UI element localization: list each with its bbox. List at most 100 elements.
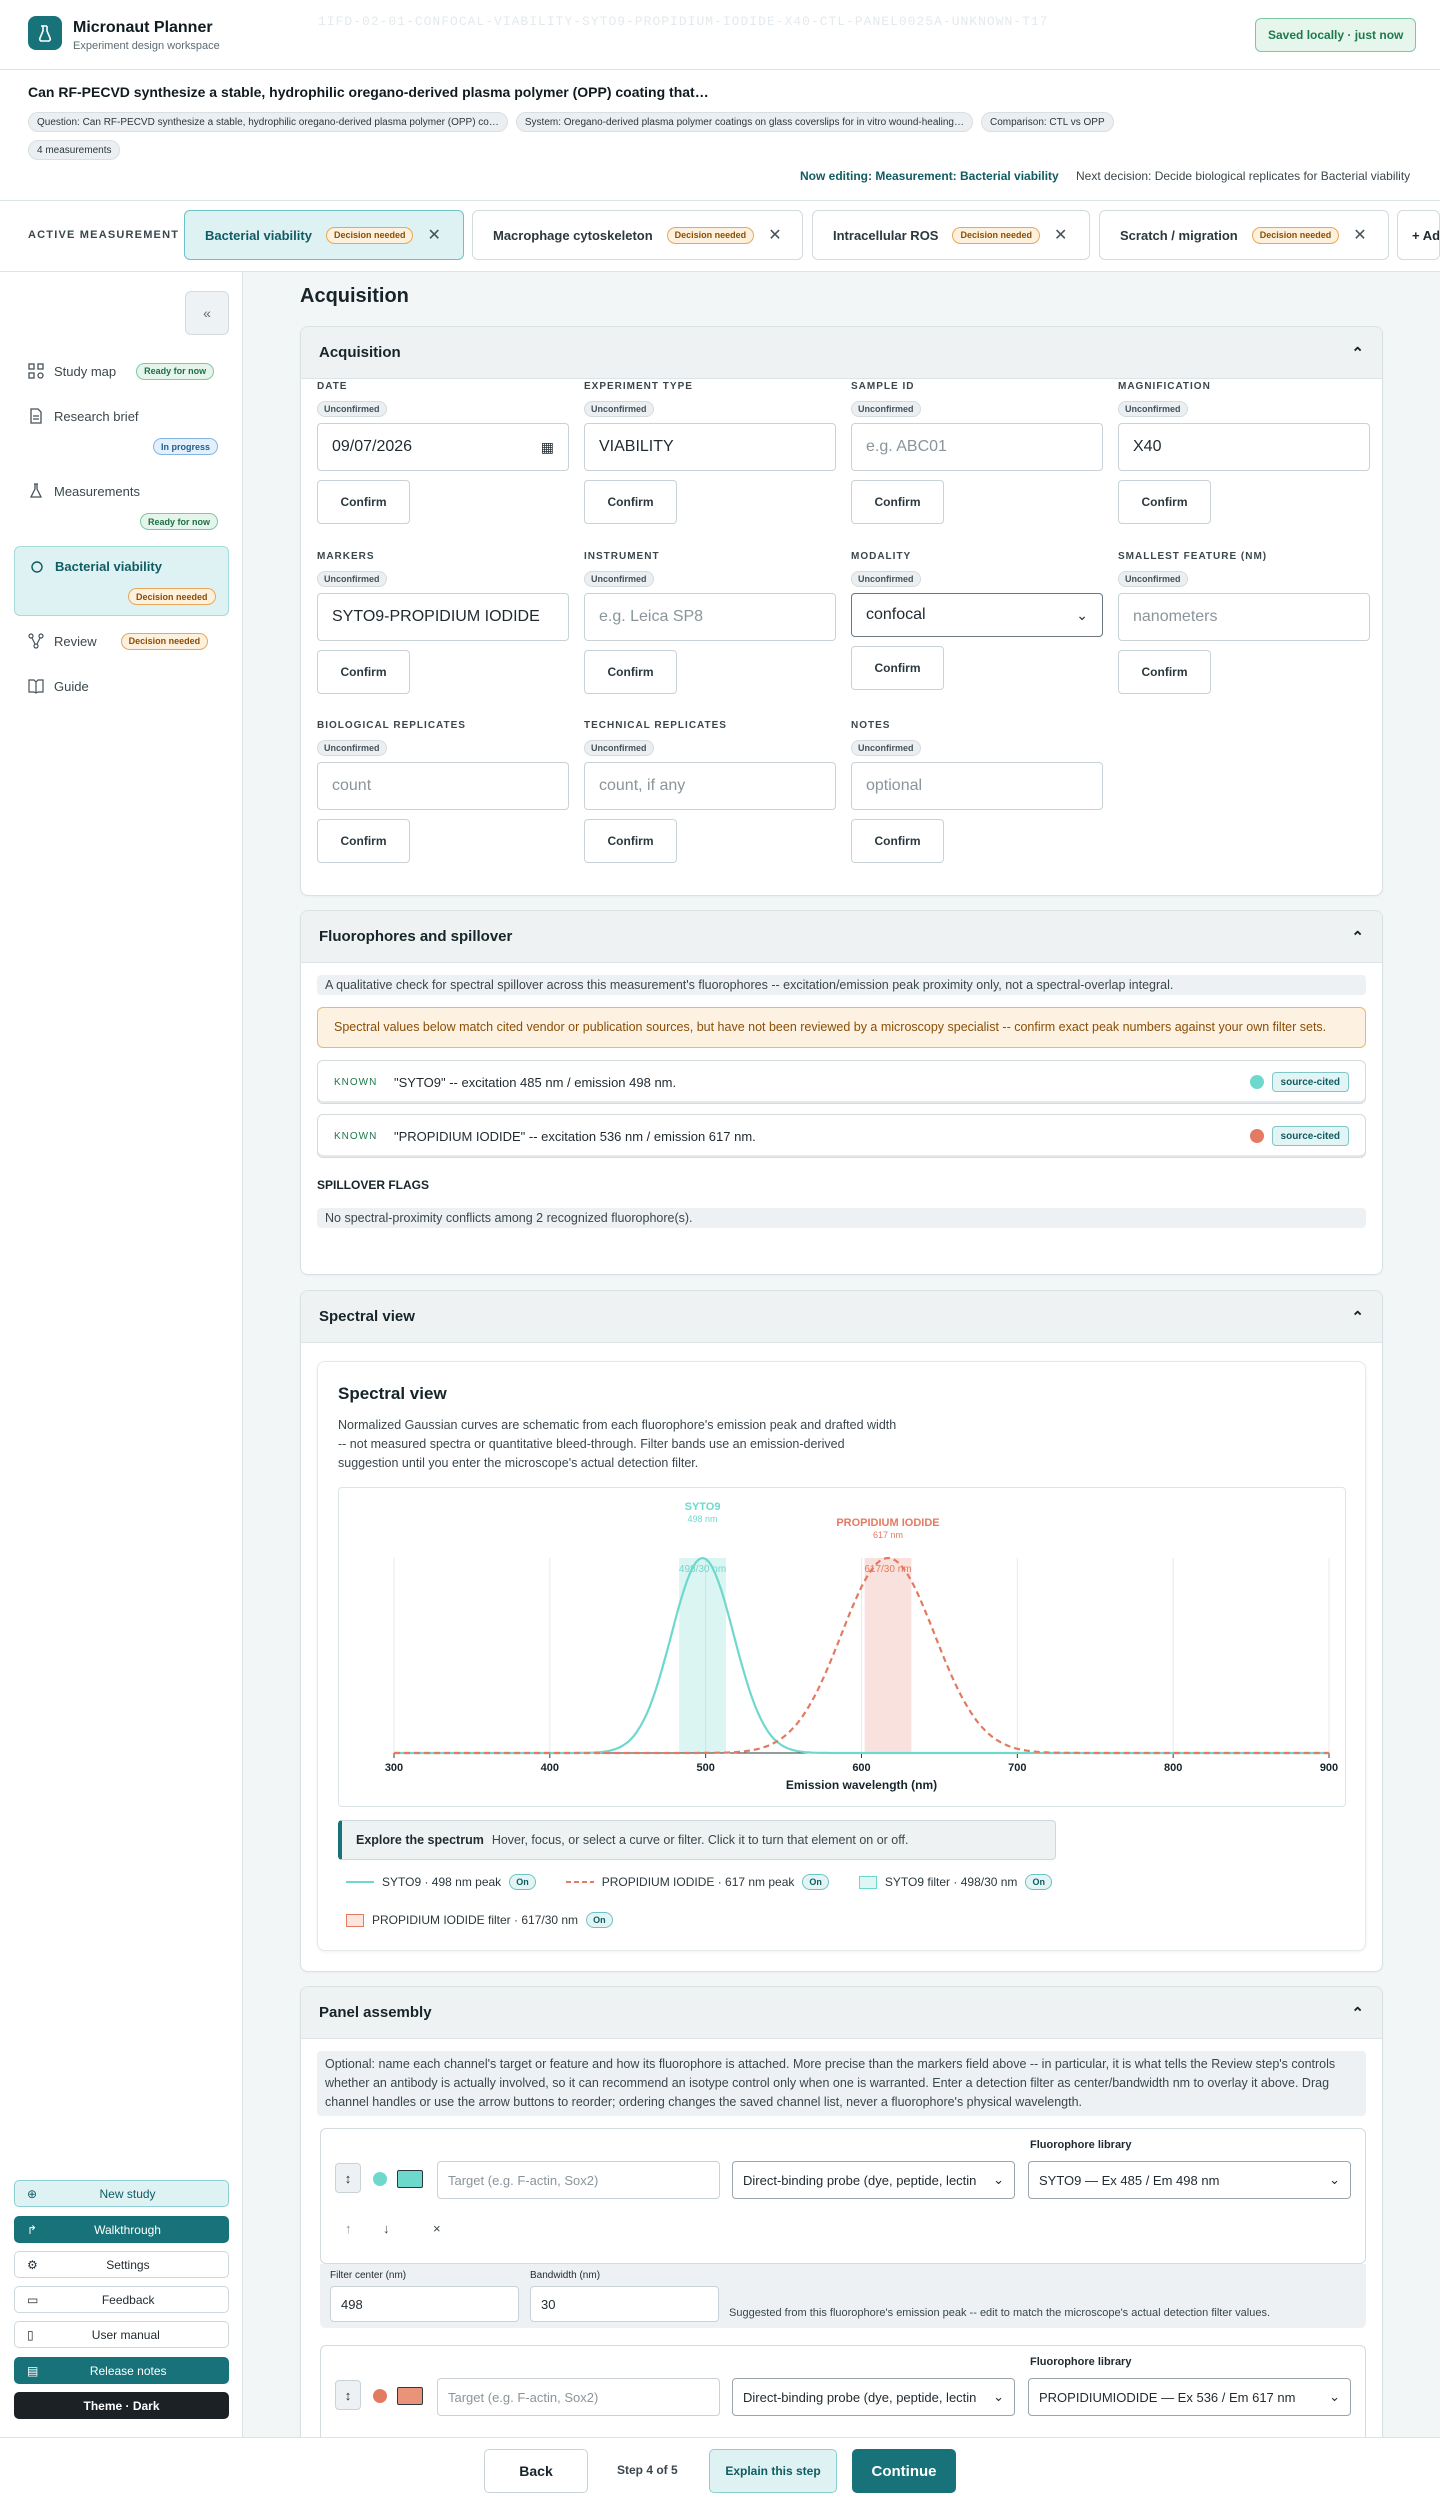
confirm-button[interactable]: Confirm xyxy=(317,650,410,694)
toggle-state[interactable]: On xyxy=(586,1912,613,1928)
magnification-input[interactable]: X40 xyxy=(1118,423,1370,471)
confirm-button[interactable]: Confirm xyxy=(851,646,944,690)
spectral-card-header[interactable]: Spectral view ⌃ xyxy=(301,1291,1382,1343)
drag-handle-icon[interactable]: ↕ xyxy=(335,2380,361,2410)
close-icon[interactable]: ✕ xyxy=(1054,225,1067,245)
instrument-input[interactable]: e.g. Leica SP8 xyxy=(584,593,836,641)
sidebar-item-measurements[interactable]: Measurements xyxy=(14,480,229,502)
remove-channel-icon[interactable]: × xyxy=(433,2221,441,2236)
spectral-chart[interactable]: 498/30 nm 617/30 nm300 400 500 600 700 800 900E… xyxy=(339,1488,1345,1806)
fluorophore-library-select[interactable]: SYTO9 — Ex 485 / Em 498 nm ⌄ xyxy=(1028,2161,1351,2199)
comparison-chip[interactable]: Comparison: CTL vs OPP xyxy=(980,112,1114,132)
confirm-button[interactable]: Confirm xyxy=(1118,650,1211,694)
move-up-icon[interactable]: ↑ xyxy=(345,2221,352,2236)
acquisition-card-header[interactable]: Acquisition ⌃ xyxy=(301,327,1382,379)
calendar-icon[interactable]: ▦ xyxy=(541,439,554,456)
sidebar-item-guide[interactable]: Guide xyxy=(14,675,229,697)
confirm-button[interactable]: Confirm xyxy=(584,819,677,863)
tab-intracellular-ros[interactable]: Intracellular ROS Decision needed ✕ xyxy=(812,210,1090,260)
confirm-button[interactable]: Confirm xyxy=(317,819,410,863)
spectral-title: Spectral view xyxy=(338,1384,447,1403)
sidebar-item-bacterial-viability[interactable]: Bacterial viability xyxy=(14,546,229,616)
close-icon[interactable]: ✕ xyxy=(427,225,440,245)
date-input[interactable]: 09/07/2026 ▦ xyxy=(317,423,569,471)
x-tick-label: 400 xyxy=(541,1762,559,1774)
button-label: Walkthrough xyxy=(94,2222,161,2237)
close-icon[interactable]: ✕ xyxy=(768,225,781,245)
fluorophores-card-header[interactable]: Fluorophores and spillover ⌃ xyxy=(301,911,1382,963)
legend-syto9-curve[interactable]: SYTO9 · 498 nm peak On xyxy=(346,1874,536,1890)
source-cited-tag[interactable]: source-cited xyxy=(1271,1126,1349,1146)
color-picker[interactable] xyxy=(397,2170,423,2188)
chevron-up-icon[interactable]: ⌃ xyxy=(1351,928,1364,946)
panel-card-header[interactable]: Panel assembly ⌃ xyxy=(301,1987,1382,2039)
toggle-state[interactable]: On xyxy=(509,1874,536,1890)
move-down-icon[interactable]: ↓ xyxy=(383,2221,390,2236)
smallest-feature-nm-input[interactable]: nanometers xyxy=(1118,593,1370,641)
toggle-state[interactable]: On xyxy=(1025,1874,1052,1890)
markers-input[interactable]: SYTO9-PROPIDIUM IODIDE xyxy=(317,593,569,641)
back-button[interactable]: Back xyxy=(484,2449,588,2493)
question-chip[interactable]: Question: Can RF-PECVD synthesize a stab… xyxy=(28,112,508,132)
system-chip[interactable]: System: Oregano-derived plasma polymer c… xyxy=(515,112,973,132)
chevron-down-icon[interactable]: ⌄ xyxy=(1076,607,1088,624)
spectral-warning: Spectral values below match cited vendor… xyxy=(317,1007,1366,1048)
legend-syto9-filter[interactable]: SYTO9 filter · 498/30 nm On xyxy=(858,1874,1052,1890)
confirm-button[interactable]: Confirm xyxy=(584,480,677,524)
tab-bacterial-viability[interactable]: Bacterial viability Decision needed ✕ xyxy=(184,210,464,260)
toggle-state[interactable]: On xyxy=(802,1874,829,1890)
collapse-sidebar-button[interactable]: « xyxy=(185,291,229,335)
theme-toggle-button[interactable]: Theme · Dark xyxy=(14,2392,229,2419)
measurement-count-chip[interactable]: 4 measurements xyxy=(28,140,121,160)
chevron-up-icon[interactable]: ⌃ xyxy=(1351,1308,1364,1326)
sidebar-item-research-brief[interactable]: Research brief xyxy=(14,405,229,427)
tab-macrophage-cytoskeleton[interactable]: Macrophage cytoskeleton Decision needed … xyxy=(472,210,803,260)
sample-id-input[interactable]: e.g. ABC01 xyxy=(851,423,1103,471)
continue-button[interactable]: Continue xyxy=(852,2449,956,2493)
experiment-type-input[interactable]: VIABILITY xyxy=(584,423,836,471)
settings-button[interactable]: ⚙ Settings xyxy=(14,2251,229,2278)
release-notes-button[interactable]: ▤ Release notes xyxy=(14,2357,229,2384)
explain-step-button[interactable]: Explain this step xyxy=(709,2449,837,2493)
new-study-button[interactable]: ⊕ New study xyxy=(14,2180,229,2207)
notes-input[interactable]: optional xyxy=(851,762,1103,810)
legend-pi-filter[interactable]: PROPIDIUM IODIDE filter · 617/30 nm On xyxy=(346,1912,613,1928)
tab-scratch-migration[interactable]: Scratch / migration Decision needed ✕ xyxy=(1099,210,1389,260)
filter-center-input[interactable]: 498 xyxy=(330,2286,519,2322)
source-cited-tag[interactable]: source-cited xyxy=(1271,1072,1349,1092)
filter-band[interactable] xyxy=(864,1558,912,1753)
feedback-button[interactable]: ▭ Feedback xyxy=(14,2286,229,2313)
drag-handle-icon[interactable]: ↕ xyxy=(335,2163,361,2193)
modality-select[interactable]: confocal ⌄ xyxy=(851,593,1103,637)
confirm-button[interactable]: Confirm xyxy=(317,480,410,524)
confirm-button[interactable]: Confirm xyxy=(1118,480,1211,524)
biological-replicates-input[interactable]: count xyxy=(317,762,569,810)
sidebar-item-review[interactable]: Review Decision needed xyxy=(14,630,229,652)
confirm-button[interactable]: Confirm xyxy=(851,480,944,524)
add-measurement-button[interactable]: + Ad xyxy=(1397,210,1440,260)
filter-band[interactable] xyxy=(679,1558,726,1753)
spillover-flags-title: SPILLOVER FLAGS xyxy=(317,1178,430,1192)
chevron-up-icon[interactable]: ⌃ xyxy=(1351,2004,1364,2022)
technical-replicates-input[interactable]: count, if any xyxy=(584,762,836,810)
chevron-up-icon[interactable]: ⌃ xyxy=(1351,344,1364,362)
spectral-description: Normalized Gaussian curves are schematic… xyxy=(338,1418,897,1470)
tab-label: Macrophage cytoskeleton xyxy=(493,227,653,243)
sidebar-item-label: Study map xyxy=(54,363,117,379)
binding-select[interactable]: Direct-binding probe (dye, peptide, lect… xyxy=(732,2161,1015,2199)
close-icon[interactable]: ✕ xyxy=(1353,225,1366,245)
target-input[interactable]: Target (e.g. F-actin, Sox2) xyxy=(437,2161,720,2199)
sidebar-item-study-map[interactable]: Study map Ready for now xyxy=(14,360,229,382)
walkthrough-button[interactable]: ↱ Walkthrough xyxy=(14,2216,229,2243)
confirm-button[interactable]: Confirm xyxy=(584,650,677,694)
legend-pi-curve[interactable]: PROPIDIUM IODIDE · 617 nm peak On xyxy=(565,1874,829,1890)
now-editing-link[interactable]: Now editing: Measurement: Bacterial viab… xyxy=(800,169,1059,183)
bandwidth-input[interactable]: 30 xyxy=(530,2286,719,2322)
color-picker[interactable] xyxy=(397,2387,423,2405)
confirm-button[interactable]: Confirm xyxy=(851,819,944,863)
binding-select[interactable]: Direct-binding probe (dye, peptide, lect… xyxy=(732,2378,1015,2416)
target-input[interactable]: Target (e.g. F-actin, Sox2) xyxy=(437,2378,720,2416)
user-manual-button[interactable]: ▯ User manual xyxy=(14,2321,229,2348)
unconfirmed-badge: Unconfirmed xyxy=(1118,571,1188,587)
fluorophore-library-select[interactable]: PROPIDIUMIODIDE — Ex 536 / Em 617 nm ⌄ xyxy=(1028,2378,1351,2416)
